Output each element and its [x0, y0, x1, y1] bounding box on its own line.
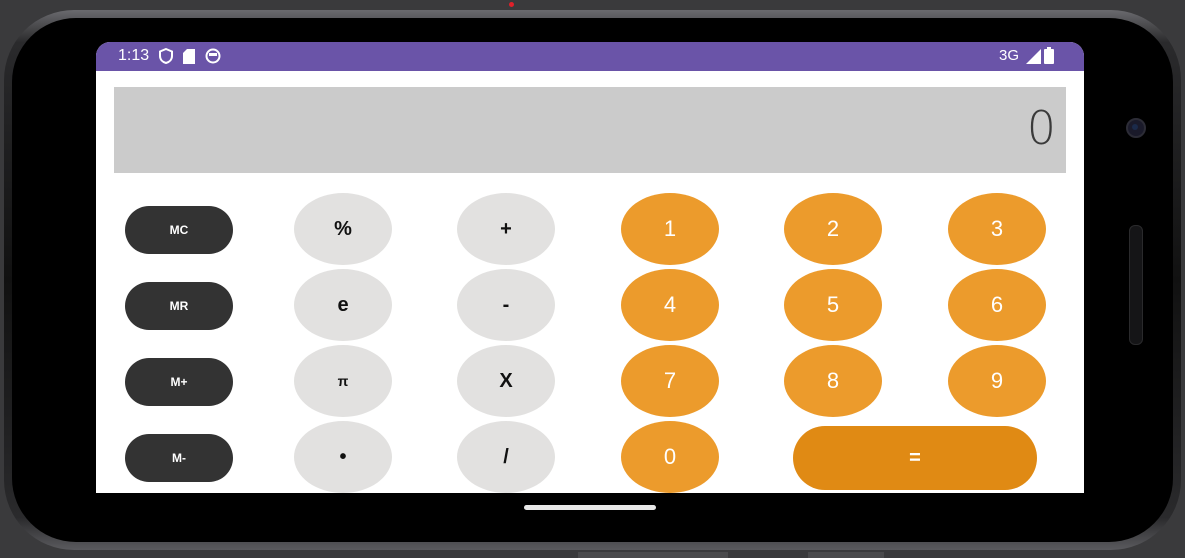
status-right: 3G: [999, 47, 1054, 64]
add-button[interactable]: +: [457, 193, 555, 265]
e-constant-button[interactable]: e: [294, 269, 392, 341]
calculator-display: 0: [114, 87, 1066, 173]
pi-button[interactable]: π: [294, 345, 392, 417]
home-indicator[interactable]: [524, 505, 656, 510]
device-button-left: [578, 552, 728, 558]
divide-button[interactable]: /: [457, 421, 555, 493]
front-camera-icon: [1126, 118, 1146, 138]
shield-icon: [159, 48, 174, 64]
display-value: 0: [1026, 101, 1056, 155]
device-button-right: [808, 552, 884, 558]
subtract-button[interactable]: -: [457, 269, 555, 341]
percent-button[interactable]: %: [294, 193, 392, 265]
face-icon: [205, 48, 221, 64]
digit-5-button[interactable]: 5: [784, 269, 882, 341]
battery-icon: [1044, 47, 1054, 64]
mc-button[interactable]: MC: [125, 206, 233, 254]
digit-6-button[interactable]: 6: [948, 269, 1046, 341]
status-left: 1:13: [118, 47, 231, 65]
digit-4-button[interactable]: 4: [621, 269, 719, 341]
m-minus-button[interactable]: M-: [125, 434, 233, 482]
digit-3-button[interactable]: 3: [948, 193, 1046, 265]
digit-1-button[interactable]: 1: [621, 193, 719, 265]
status-bar: 1:13 3G: [96, 42, 1084, 71]
decimal-point-button[interactable]: •: [294, 421, 392, 493]
mr-button[interactable]: MR: [125, 282, 233, 330]
digit-0-button[interactable]: 0: [621, 421, 719, 493]
signal-icon: [1025, 48, 1041, 64]
app-screen: 1:13 3G 0 MC MR M+ M- % e π • + - X / 1 …: [96, 42, 1084, 493]
network-type: 3G: [998, 47, 1019, 64]
equals-button[interactable]: =: [793, 426, 1037, 490]
sd-card-icon: [183, 48, 196, 64]
status-time: 1:13: [118, 47, 150, 64]
speaker-grille: [1129, 225, 1143, 345]
digit-9-button[interactable]: 9: [948, 345, 1046, 417]
multiply-button[interactable]: X: [457, 345, 555, 417]
m-plus-button[interactable]: M+: [125, 358, 233, 406]
power-indicator-dot: [509, 2, 514, 7]
digit-7-button[interactable]: 7: [621, 345, 719, 417]
digit-8-button[interactable]: 8: [784, 345, 882, 417]
digit-2-button[interactable]: 2: [784, 193, 882, 265]
